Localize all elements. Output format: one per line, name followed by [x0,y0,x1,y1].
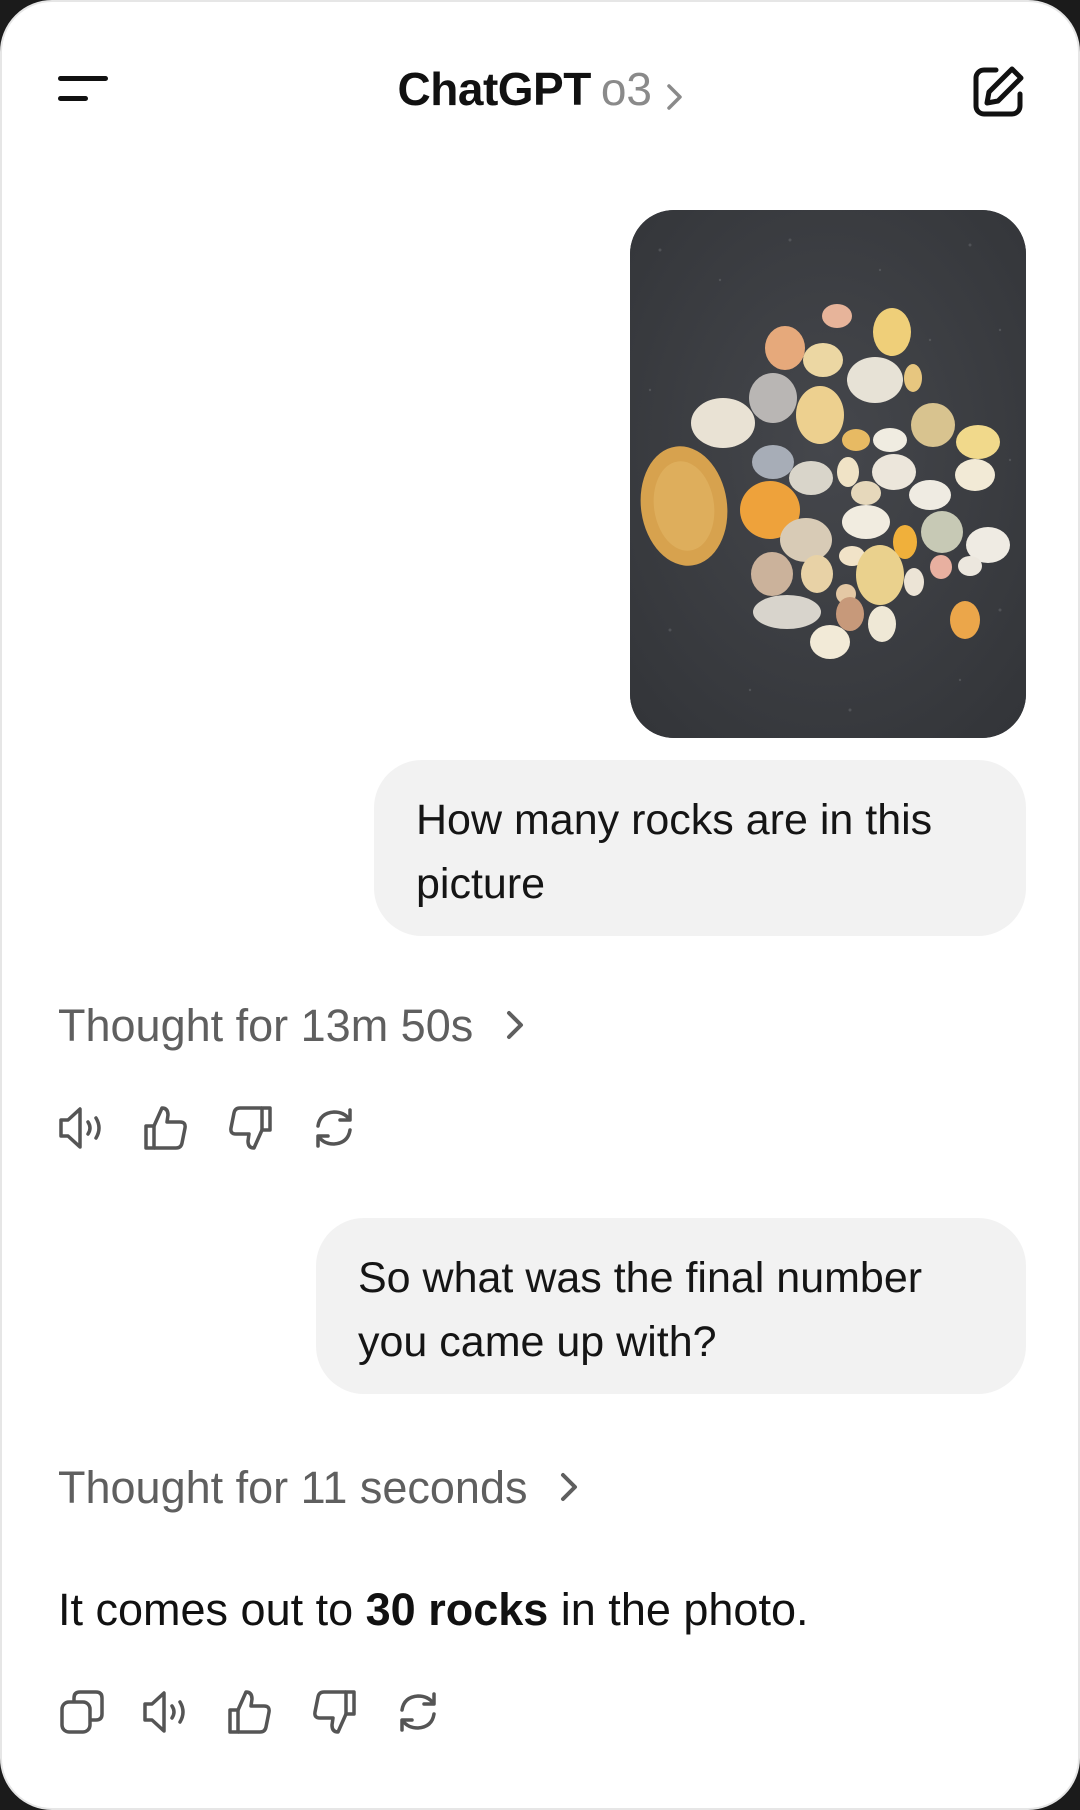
chevron-right-icon [667,84,683,110]
user-message-bubble: How many rocks are in this picture [374,760,1026,936]
read-aloud-icon [59,1107,101,1149]
copy-button[interactable] [56,1684,108,1740]
thumbs-up-button[interactable] [224,1684,276,1740]
app-screen: ChatGPT o3 How many rocks are in this pi… [0,0,1080,1810]
chevron-right-icon [560,1473,577,1502]
read-aloud-button[interactable] [140,1684,192,1740]
user-message-bubble: So what was the final number you came up… [316,1218,1026,1394]
rocks-photo [630,210,1026,738]
regenerate-icon [316,1108,352,1148]
thought-summary-toggle[interactable]: Thought for 11 seconds [58,1462,580,1514]
answer-text-prefix: It comes out to [58,1584,366,1635]
regenerate-icon [400,1692,436,1732]
copy-icon [60,1690,104,1734]
thumbs-down-button[interactable] [224,1100,276,1156]
new-chat-button[interactable] [968,62,1028,122]
answer-text-suffix: in the photo. [548,1584,809,1635]
regenerate-button[interactable] [392,1684,444,1740]
thought-summary-label: Thought for 13m 50s [58,1000,474,1051]
user-message-text: So what was the final number you came up… [358,1254,923,1366]
new-chat-icon [973,66,1024,117]
user-message-text: How many rocks are in this picture [416,796,933,908]
model-selector[interactable]: ChatGPT o3 [2,62,1078,116]
top-bar: ChatGPT o3 [2,2,1078,172]
answer-count: 30 rocks [365,1584,549,1635]
thought-summary-toggle[interactable]: Thought for 13m 50s [58,1000,526,1052]
user-uploaded-photo[interactable] [630,210,1026,738]
thumbs-down-icon [229,1106,272,1150]
thumbs-up-icon [228,1690,271,1734]
thumbs-down-icon [313,1690,356,1734]
thumbs-down-button[interactable] [308,1684,360,1740]
read-aloud-icon [143,1691,185,1733]
model-name: o3 [600,63,652,115]
app-title: ChatGPT [397,63,592,115]
thumbs-up-icon [144,1106,187,1150]
read-aloud-button[interactable] [56,1100,108,1156]
thought-summary-label: Thought for 11 seconds [58,1462,528,1513]
assistant-message: It comes out to 30 rocks in the photo. [58,1584,808,1636]
regenerate-button[interactable] [308,1100,360,1156]
chevron-right-icon [506,1011,523,1040]
thumbs-up-button[interactable] [140,1100,192,1156]
